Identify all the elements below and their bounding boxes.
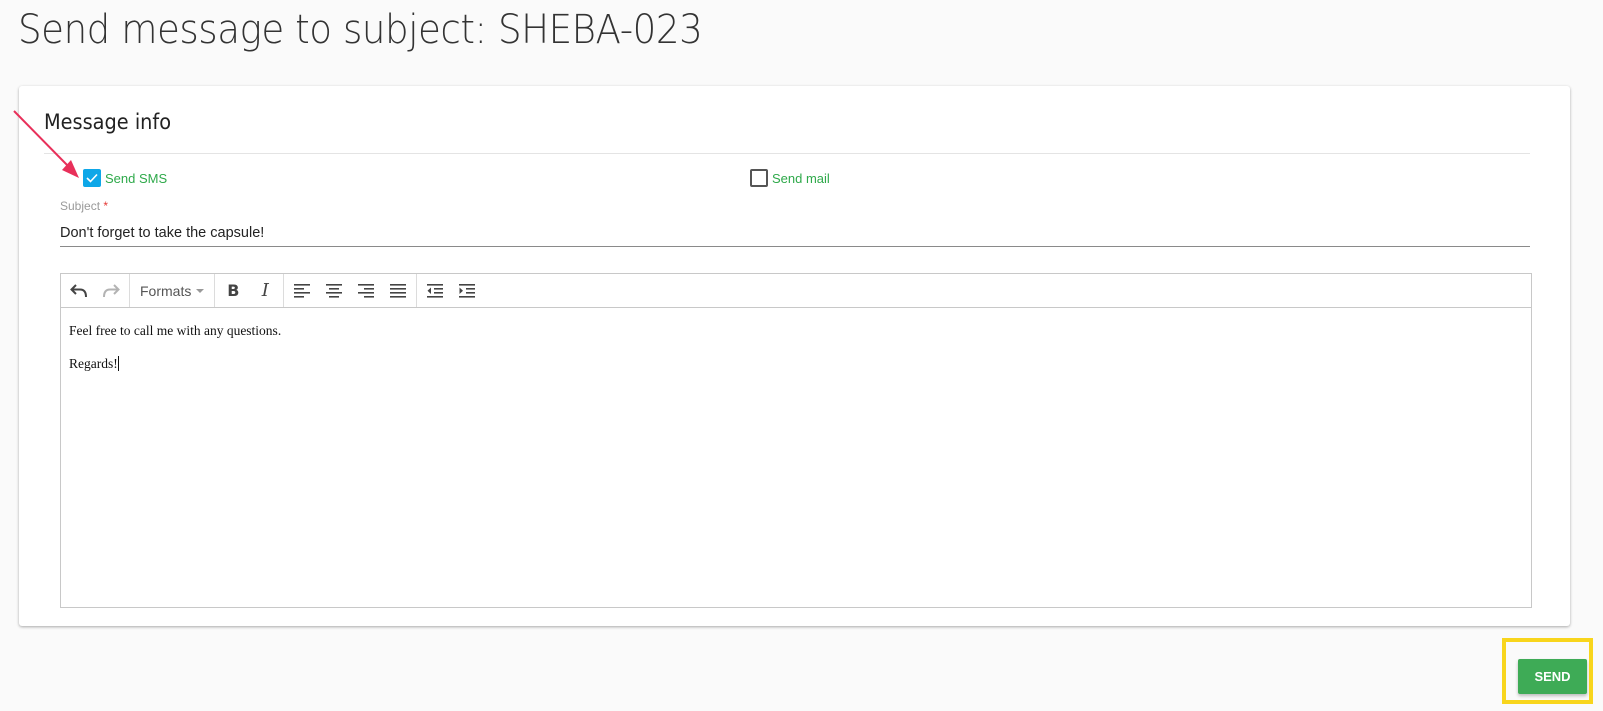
- history-group: [61, 274, 130, 307]
- bold-icon[interactable]: B: [217, 275, 249, 307]
- text-cursor: [117, 356, 119, 371]
- editor-line: Feel free to call me with any questions.: [69, 323, 282, 338]
- indent-icon[interactable]: [451, 275, 483, 307]
- send-sms-checkbox[interactable]: [83, 169, 101, 187]
- redo-icon[interactable]: [95, 275, 127, 307]
- outdent-icon[interactable]: [419, 275, 451, 307]
- rich-text-editor: Formats B I Feel free to call me with an…: [60, 273, 1532, 608]
- text-style-group: B I: [215, 274, 285, 307]
- italic-icon[interactable]: I: [249, 275, 281, 307]
- page-title: Send message to subject: SHEBA-023: [18, 7, 703, 53]
- formats-group: Formats: [130, 274, 216, 307]
- chevron-down-icon: [196, 288, 205, 293]
- align-right-icon[interactable]: [350, 275, 382, 307]
- send-sms-option[interactable]: Send SMS: [83, 169, 167, 187]
- send-mail-option[interactable]: Send mail: [750, 169, 830, 187]
- subject-label: Subject *: [60, 199, 109, 213]
- editor-toolbar: Formats B I: [61, 274, 1531, 308]
- indent-group: [417, 274, 485, 307]
- checkmark-icon: [86, 173, 98, 183]
- formats-dropdown[interactable]: Formats: [132, 283, 212, 299]
- editor-line: Regards!: [69, 356, 119, 371]
- send-button[interactable]: SEND: [1518, 659, 1587, 694]
- subject-input[interactable]: [60, 219, 1530, 247]
- card-divider: [44, 153, 1530, 154]
- required-mark: *: [103, 199, 109, 213]
- align-justify-icon[interactable]: [382, 275, 414, 307]
- send-sms-label: Send SMS: [105, 170, 168, 186]
- send-mail-checkbox[interactable]: [750, 169, 768, 187]
- send-mail-label: Send mail: [772, 170, 830, 186]
- card-title: Message info: [44, 110, 172, 134]
- alignment-group: [284, 274, 418, 307]
- align-left-icon[interactable]: [286, 275, 318, 307]
- undo-icon[interactable]: [63, 275, 95, 307]
- editor-content-area[interactable]: Feel free to call me with any questions.…: [61, 308, 1531, 402]
- align-center-icon[interactable]: [318, 275, 350, 307]
